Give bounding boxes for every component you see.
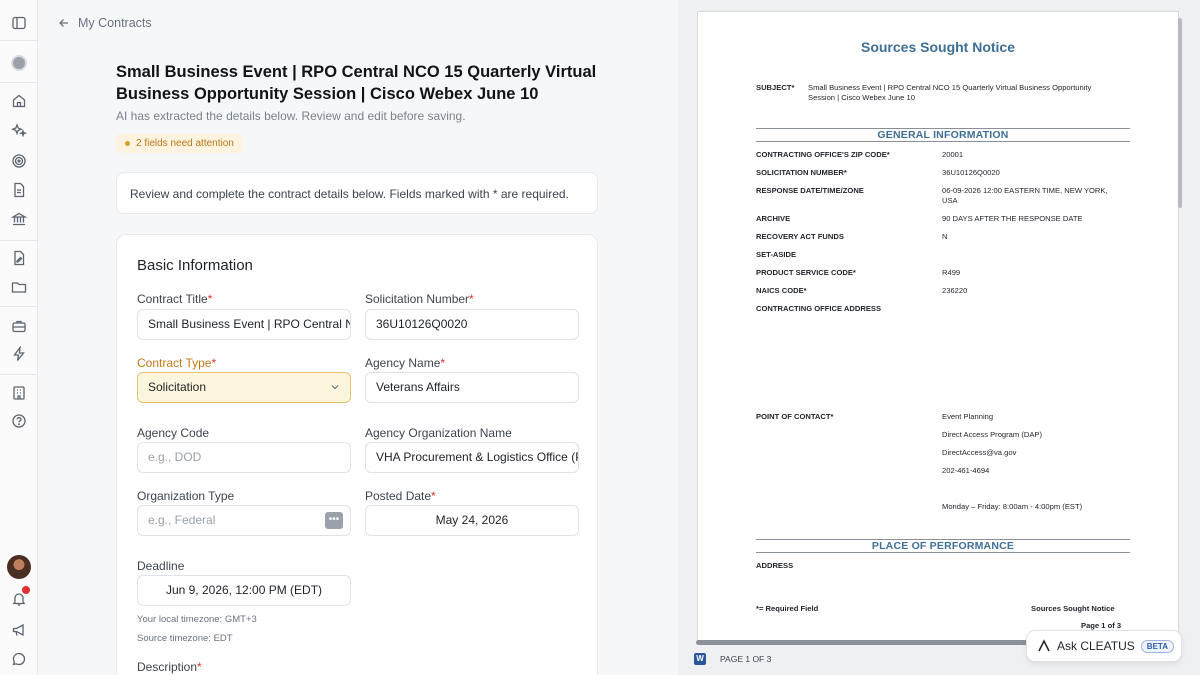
poc-line: 202-461-4694 <box>942 466 990 475</box>
logo-icon[interactable] <box>11 55 27 71</box>
poc-line: Event Planning <box>942 412 994 421</box>
doc-row-label: PRODUCT SERVICE CODE* <box>756 268 856 277</box>
document-icon[interactable] <box>11 182 27 198</box>
contract-type-value: Solicitation <box>148 380 207 394</box>
notification-dot <box>22 586 30 594</box>
contract-type-label: Contract Type* <box>137 356 217 370</box>
contract-title-label: Contract Title* <box>137 292 213 306</box>
document-preview-panel: Sources Sought Notice SUBJECT* Small Bus… <box>678 0 1200 675</box>
doc-row-value: R499 <box>942 268 961 277</box>
ask-cleatus-button[interactable]: Ask CLEATUS BETA <box>1026 630 1182 662</box>
cleatus-logo-icon <box>1038 639 1050 652</box>
doc-row-value: 06-09-2026 12:00 EASTERN TIME, NEW YORK, <box>942 186 1108 195</box>
basic-information-card: Basic Information Contract Title* Small … <box>116 234 598 675</box>
agency-code-input[interactable]: e.g., DOD <box>137 442 351 473</box>
chevron-down-icon <box>331 385 339 390</box>
doc-row-value: N <box>942 232 948 241</box>
poc-label: POINT OF CONTACT* <box>756 412 834 421</box>
home-icon[interactable] <box>11 93 27 109</box>
deadline-label: Deadline <box>137 559 185 573</box>
address-label: ADDRESS <box>756 561 794 570</box>
back-link[interactable]: My Contracts <box>58 16 152 30</box>
agency-code-label: Agency Code <box>137 426 210 440</box>
ask-cleatus-label: Ask CLEATUS <box>1057 639 1135 653</box>
vertical-scrollbar[interactable] <box>1178 18 1182 208</box>
contract-title-input[interactable]: Small Business Event | RPO Central NCO 1… <box>137 309 351 340</box>
word-icon: W <box>694 653 706 665</box>
solicitation-number-input[interactable]: 36U10126Q0020 <box>365 309 579 340</box>
footer-title: Sources Sought Notice <box>1031 604 1115 613</box>
posted-date-input[interactable]: May 24, 2026 <box>365 505 579 536</box>
agency-name-input[interactable]: Veterans Affairs <box>365 372 579 403</box>
document-page[interactable]: Sources Sought Notice SUBJECT* Small Bus… <box>698 12 1178 642</box>
help-icon[interactable] <box>11 413 27 429</box>
doc-row-label: SOLICITATION NUMBER* <box>756 168 847 177</box>
folder-icon[interactable] <box>11 279 27 295</box>
organization-type-placeholder: e.g., Federal <box>148 513 216 527</box>
page-title: Small Business Event | RPO Central NCO 1… <box>116 63 597 103</box>
source-timezone-text: Source timezone: EDT <box>137 633 233 644</box>
sidebar-toggle-icon[interactable] <box>11 15 27 31</box>
organization-type-label: Organization Type <box>137 489 235 503</box>
subject-line-2: Session | Cisco Webex June 10 <box>808 93 915 102</box>
doc-row-label: CONTRACTING OFFICE'S ZIP CODE* <box>756 150 890 159</box>
organization-type-input[interactable]: e.g., Federal ••• <box>137 505 351 536</box>
agency-name-label: Agency Name* <box>365 356 446 370</box>
poc-line: Monday – Friday: 8:00am - 4:00pm (EST) <box>942 502 1083 511</box>
building-icon[interactable] <box>11 385 27 401</box>
agency-org-name-input[interactable]: VHA Procurement & Logistics Office (P&LO… <box>365 442 579 473</box>
beta-badge: BETA <box>1140 639 1174 653</box>
doc-row-label: SET-ASIDE <box>756 250 797 259</box>
doc-row-label: RECOVERY ACT FUNDS <box>756 232 844 241</box>
avatar[interactable] <box>7 555 31 579</box>
attention-badge: 2 fields need attention <box>116 134 242 153</box>
main-content: My Contracts Small Business Event | RPO … <box>38 0 678 675</box>
doc-row-value: 90 DAYS AFTER THE RESPONSE DATE <box>942 214 1083 223</box>
chat-icon[interactable] <box>11 651 27 667</box>
doc-row-label: NAICS CODE* <box>756 286 807 295</box>
lightning-icon[interactable] <box>11 346 27 362</box>
doc-row-value: 36U10126Q0020 <box>942 168 1000 177</box>
page-subtitle: AI has extracted the details below. Revi… <box>116 109 466 123</box>
subject-label: SUBJECT* <box>756 83 795 92</box>
posted-date-label: Posted Date* <box>365 489 436 503</box>
back-link-label: My Contracts <box>78 16 152 30</box>
page-indicator: PAGE 1 OF 3 <box>720 654 772 664</box>
solicitation-number-label: Solicitation Number* <box>365 292 474 306</box>
general-information-heading: GENERAL INFORMATION <box>756 128 1130 142</box>
info-note: Review and complete the contract details… <box>116 172 598 214</box>
doc-row-value-continued: USA <box>942 196 958 205</box>
file-edit-icon[interactable] <box>11 250 27 266</box>
bank-icon[interactable] <box>11 211 27 227</box>
place-of-performance-heading: PLACE OF PERFORMANCE <box>756 539 1130 553</box>
footer-required-note: *= Required Field <box>756 604 819 613</box>
deadline-input[interactable]: Jun 9, 2026, 12:00 PM (EDT) <box>137 575 351 606</box>
contract-type-select[interactable]: Solicitation <box>137 372 351 403</box>
target-icon[interactable] <box>11 153 27 169</box>
briefcase-icon[interactable] <box>11 318 27 334</box>
section-title: Basic Information <box>137 257 253 274</box>
local-timezone-text: Your local timezone: GMT+3 <box>137 614 257 625</box>
sparkles-icon[interactable] <box>11 122 27 138</box>
agency-org-name-label: Agency Organization Name <box>365 426 512 440</box>
doc-row-label: CONTRACTING OFFICE ADDRESS <box>756 304 882 313</box>
document-title: Sources Sought Notice <box>860 39 1016 55</box>
megaphone-icon[interactable] <box>11 622 27 638</box>
more-options-icon[interactable]: ••• <box>325 512 343 529</box>
poc-line: Direct Access Program (DAP) <box>942 430 1043 439</box>
subject-line-1: Small Business Event | RPO Central NCO 1… <box>808 83 1092 92</box>
description-label: Description* <box>137 660 202 674</box>
doc-row-label: ARCHIVE <box>756 214 791 223</box>
poc-line: DirectAccess@va.gov <box>942 448 1017 457</box>
arrow-left-icon <box>59 19 68 27</box>
doc-row-label: RESPONSE DATE/TIME/ZONE <box>756 186 864 195</box>
icon-rail <box>0 0 38 675</box>
doc-row-value: 20001 <box>942 150 964 159</box>
doc-row-value: 236220 <box>942 286 968 295</box>
